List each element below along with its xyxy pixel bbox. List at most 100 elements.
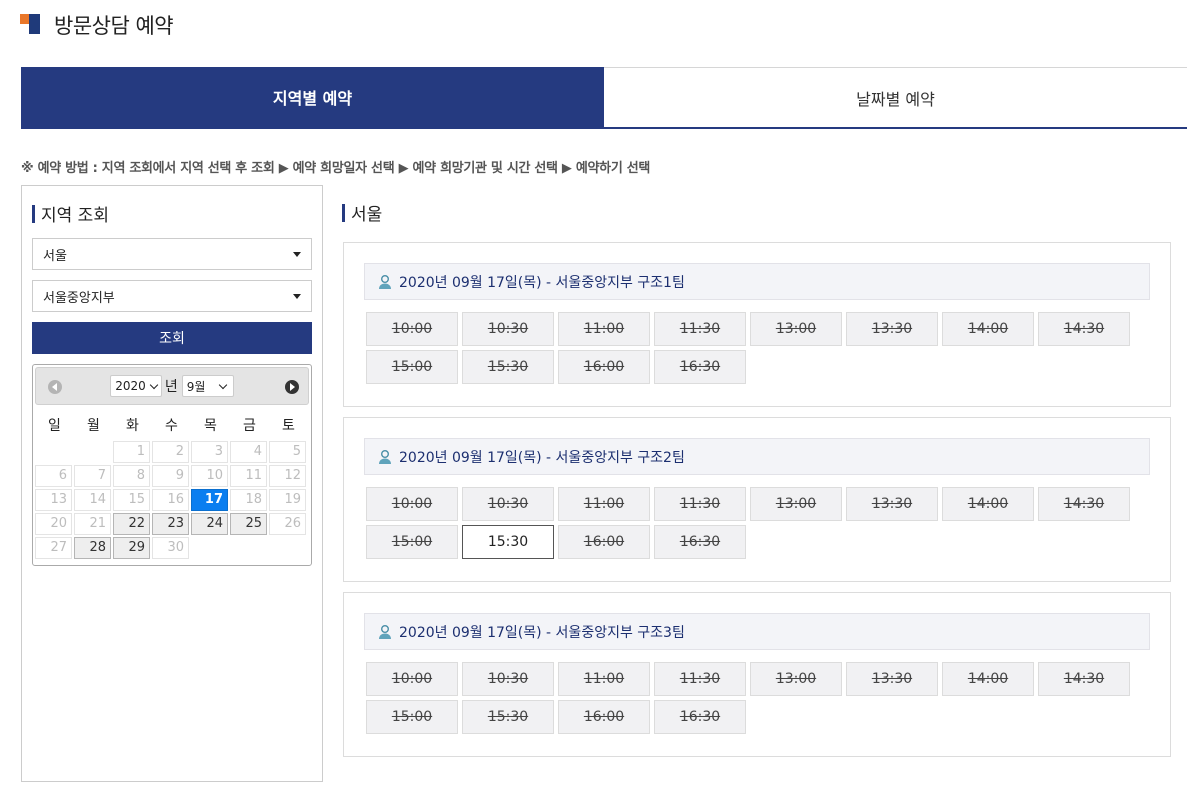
weekday-label: 금 bbox=[243, 418, 256, 434]
weekday-label: 일 bbox=[48, 418, 61, 434]
reservation-guide: ※ 예약 방법 : 지역 조회에서 지역 선택 후 조회 ▶ 예약 희망일자 선… bbox=[21, 161, 651, 176]
calendar-day-disabled: 1 bbox=[113, 441, 150, 463]
year-select[interactable]: 2020 bbox=[110, 375, 162, 397]
region-search-panel: 지역 조회 서울 서울중앙지부 조회 2020 년 9월 일 월 화 수 목 금… bbox=[21, 185, 323, 782]
page-header: 방문상담 예약 bbox=[20, 10, 174, 40]
time-slot-closed: 16:00 bbox=[558, 700, 650, 734]
calendar-day-disabled: 4 bbox=[230, 441, 267, 463]
calendar-day-disabled: 9 bbox=[152, 465, 189, 487]
team-title: 2020년 09월 17일(목) - 서울중앙지부 구조3팀 bbox=[399, 624, 685, 641]
calendar-day-disabled: 2 bbox=[152, 441, 189, 463]
calendar-day-disabled: 16 bbox=[152, 489, 189, 511]
time-slot-closed: 15:30 bbox=[462, 350, 554, 384]
calendar-day-disabled: 13 bbox=[35, 489, 72, 511]
time-slot-closed: 14:30 bbox=[1038, 312, 1130, 346]
calendar-day-disabled: 5 bbox=[269, 441, 306, 463]
calendar-day-selected[interactable]: 17 bbox=[191, 489, 228, 511]
time-slot-closed: 11:00 bbox=[558, 312, 650, 346]
region-select[interactable]: 서울 bbox=[32, 238, 312, 270]
time-slot-closed: 16:30 bbox=[654, 700, 746, 734]
team-header: 2020년 09월 17일(목) - 서울중앙지부 구조1팀 bbox=[364, 263, 1150, 300]
person-icon bbox=[377, 274, 393, 290]
weekday-label: 토 bbox=[282, 418, 295, 434]
calendar-day[interactable]: 28 bbox=[74, 537, 111, 559]
team-header: 2020년 09월 17일(목) - 서울중앙지부 구조2팀 bbox=[364, 438, 1150, 475]
calendar-day-disabled: 19 bbox=[269, 489, 306, 511]
calendar-day-disabled: 27 bbox=[35, 537, 72, 559]
year-suffix: 년 bbox=[164, 379, 178, 395]
time-slot-closed: 10:30 bbox=[462, 662, 554, 696]
time-slot-closed: 13:30 bbox=[846, 312, 938, 346]
search-button[interactable]: 조회 bbox=[32, 322, 312, 354]
time-slot-closed: 16:00 bbox=[558, 525, 650, 559]
month-select[interactable]: 9월 bbox=[181, 375, 234, 397]
calendar-empty-cell bbox=[191, 537, 228, 559]
calendar-day[interactable]: 23 bbox=[152, 513, 189, 535]
time-slot-closed: 16:30 bbox=[654, 350, 746, 384]
results-region-title: 서울 bbox=[351, 205, 383, 225]
heading-bar bbox=[342, 203, 345, 222]
tab-region[interactable]: 지역별 예약 bbox=[21, 67, 604, 127]
time-slot-closed: 10:30 bbox=[462, 312, 554, 346]
calendar-day-disabled: 14 bbox=[74, 489, 111, 511]
calendar-day[interactable]: 29 bbox=[113, 537, 150, 559]
calendar-day-disabled: 26 bbox=[269, 513, 306, 535]
person-icon bbox=[377, 449, 393, 465]
region-search-heading: 지역 조회 bbox=[32, 201, 109, 226]
calendar-empty-cell bbox=[269, 537, 306, 559]
title-mark-icon bbox=[20, 14, 42, 36]
calendar-day-disabled: 7 bbox=[74, 465, 111, 487]
tab-date[interactable]: 날짜별 예약 bbox=[604, 68, 1187, 127]
weekday-label: 화 bbox=[126, 418, 139, 434]
time-slot-closed: 15:00 bbox=[366, 350, 458, 384]
calendar-day-disabled: 15 bbox=[113, 489, 150, 511]
time-slot-closed: 14:00 bbox=[942, 662, 1034, 696]
calendar-empty-cell bbox=[35, 441, 72, 463]
calendar-empty-cell bbox=[230, 537, 267, 559]
person-icon bbox=[377, 624, 393, 640]
chevron-down-icon bbox=[218, 380, 227, 389]
heading-bar bbox=[32, 204, 35, 223]
time-slot-closed: 11:30 bbox=[654, 487, 746, 521]
calendar-day-disabled: 30 bbox=[152, 537, 189, 559]
calendar-day-disabled: 18 bbox=[230, 489, 267, 511]
time-slot-closed: 10:30 bbox=[462, 487, 554, 521]
calendar-day[interactable]: 24 bbox=[191, 513, 228, 535]
time-slot-closed: 11:00 bbox=[558, 662, 650, 696]
region-search-title: 지역 조회 bbox=[41, 206, 109, 226]
caret-down-icon bbox=[293, 252, 301, 257]
date-picker: 2020 년 9월 일 월 화 수 목 금 토 1 2 3 4 5 6 7 8 9 10 11 12 1… bbox=[32, 364, 312, 566]
time-slot-available[interactable]: 15:30 bbox=[462, 525, 554, 559]
calendar-day[interactable]: 22 bbox=[113, 513, 150, 535]
year-value: 2020 bbox=[115, 379, 146, 393]
team-header: 2020년 09월 17일(목) - 서울중앙지부 구조3팀 bbox=[364, 613, 1150, 650]
time-slot-closed: 15:00 bbox=[366, 525, 458, 559]
prev-month-icon[interactable] bbox=[48, 380, 62, 394]
branch-select-value: 서울중앙지부 bbox=[43, 290, 115, 306]
reservation-tabs: 지역별 예약 날짜별 예약 bbox=[21, 67, 1187, 129]
time-slot-closed: 11:00 bbox=[558, 487, 650, 521]
time-slot-closed: 11:30 bbox=[654, 312, 746, 346]
team-card: 2020년 09월 17일(목) - 서울중앙지부 구조3팀 10:00 10:30… bbox=[343, 592, 1171, 757]
branch-select[interactable]: 서울중앙지부 bbox=[32, 280, 312, 312]
time-slot-closed: 13:00 bbox=[750, 662, 842, 696]
calendar-day-disabled: 6 bbox=[35, 465, 72, 487]
team-card: 2020년 09월 17일(목) - 서울중앙지부 구조1팀 10:00 10:30… bbox=[343, 242, 1171, 407]
time-slot-closed: 11:30 bbox=[654, 662, 746, 696]
results-heading: 서울 bbox=[342, 200, 382, 225]
weekday-label: 월 bbox=[87, 418, 100, 434]
time-slot-closed: 10:00 bbox=[366, 312, 458, 346]
calendar-days: 1 2 3 4 5 6 7 8 9 10 11 12 13 14 15 16 17 18 19 20 21 22 23 24 2… bbox=[35, 441, 309, 559]
calendar-day[interactable]: 25 bbox=[230, 513, 267, 535]
time-slot-closed: 14:00 bbox=[942, 487, 1034, 521]
time-slot-closed: 13:00 bbox=[750, 487, 842, 521]
next-month-icon[interactable] bbox=[285, 380, 299, 394]
calendar-empty-cell bbox=[74, 441, 111, 463]
calendar-day-disabled: 20 bbox=[35, 513, 72, 535]
time-slot-closed: 13:30 bbox=[846, 662, 938, 696]
calendar-day-disabled: 21 bbox=[74, 513, 111, 535]
time-slot-closed: 15:00 bbox=[366, 700, 458, 734]
weekday-row: 일 월 화 수 목 금 토 bbox=[35, 409, 309, 441]
caret-down-icon bbox=[293, 294, 301, 299]
calendar-day-disabled: 8 bbox=[113, 465, 150, 487]
